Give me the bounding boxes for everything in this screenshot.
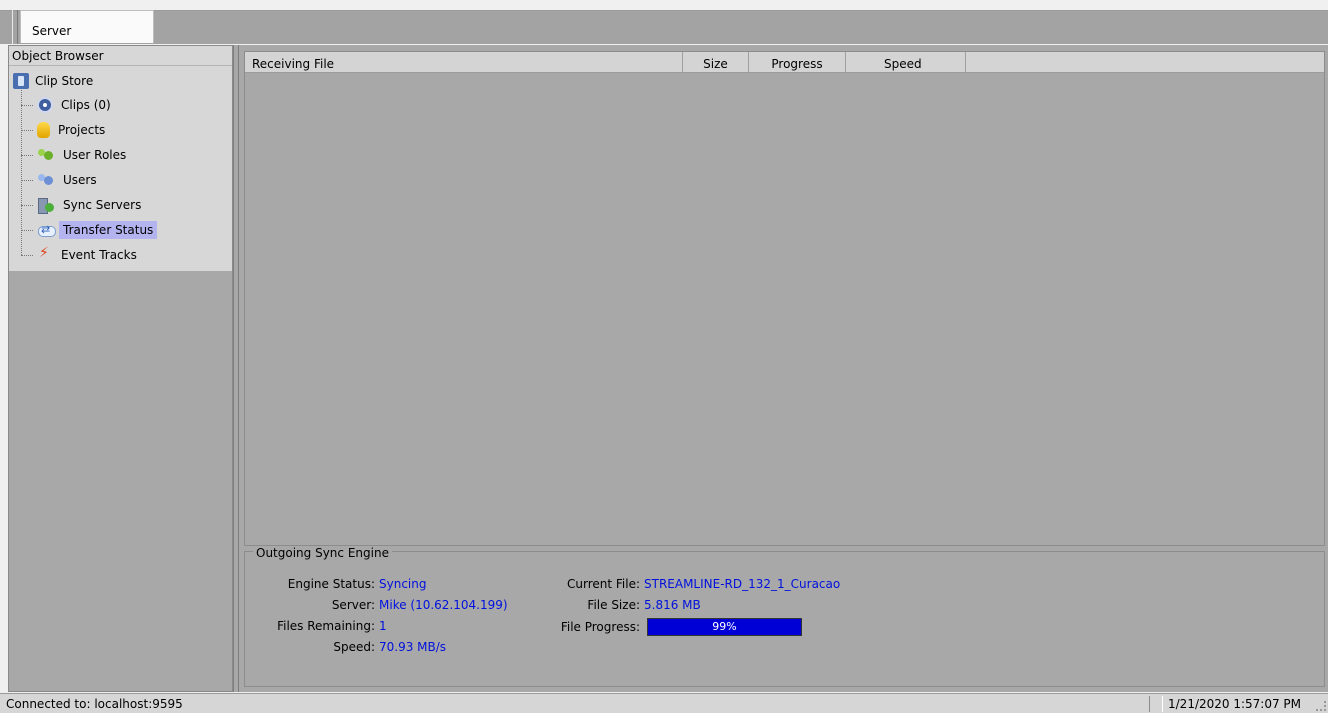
tree-item-label: Users [63, 173, 97, 187]
status-datetime: 1/21/2020 1:57:07 PM [1168, 697, 1302, 711]
transfer-status-icon [37, 222, 56, 238]
clip-store-icon [13, 73, 29, 89]
tree-root-clip-store[interactable]: Clip Store [13, 71, 93, 91]
tree-branch-line [21, 104, 33, 106]
outgoing-sync-engine-title: Outgoing Sync Engine [253, 546, 392, 560]
user-roles-icon [37, 147, 55, 163]
file-progress-label: File Progress: [560, 620, 640, 634]
tree-branch-line [21, 179, 33, 181]
tree-item-label: Transfer Status [59, 221, 158, 239]
file-progress-field: File Progress: 99% [535, 617, 802, 637]
tree-item-label: Clips (0) [61, 98, 111, 112]
table-header: Receiving File Size Progress Speed [245, 52, 1324, 73]
object-tree: Clip Store Clips (0) Projects User Roles… [9, 66, 232, 271]
tree-branch-line [21, 154, 33, 156]
files-remaining-field: Files Remaining: 1 [245, 618, 387, 634]
engine-status-label: Engine Status: [287, 577, 375, 591]
sync-servers-icon [37, 197, 55, 214]
tree-root-label: Clip Store [35, 74, 94, 88]
current-file-value: STREAMLINE-RD_132_1_Curacao [644, 577, 841, 591]
transfer-status-view: Receiving File Size Progress Speed Outgo… [239, 45, 1328, 692]
tree-item-label: User Roles [63, 148, 127, 162]
status-bar: Connected to: localhost:9595 1/21/2020 1… [0, 693, 1328, 713]
column-header-progress[interactable]: Progress [749, 52, 846, 72]
outgoing-sync-engine-group: Outgoing Sync Engine Engine Status: Sync… [244, 546, 1325, 687]
engine-status-field: Engine Status: Syncing [245, 576, 427, 592]
tree-item-label: Sync Servers [63, 198, 142, 212]
column-header-size[interactable]: Size [683, 52, 749, 72]
tree-item-label: Event Tracks [61, 248, 137, 262]
tree-item-user-roles[interactable]: User Roles [21, 144, 130, 166]
tab-strip-grip[interactable] [12, 10, 18, 44]
files-remaining-label: Files Remaining: [277, 619, 375, 633]
object-browser-title: Object Browser [9, 46, 232, 66]
tab-bar-background [0, 10, 1328, 44]
event-tracks-icon [37, 245, 53, 263]
current-file-field: Current File: STREAMLINE-RD_132_1_Curaca… [535, 576, 840, 592]
server-label: Server: [331, 598, 375, 612]
tree-branch-line [21, 204, 33, 206]
speed-label: Speed: [333, 640, 375, 654]
file-size-field: File Size: 5.816 MB [535, 597, 701, 613]
file-progress-bar: 99% [647, 618, 802, 636]
resize-grip-icon[interactable] [1316, 701, 1326, 711]
tree-item-label: Projects [58, 123, 106, 137]
tree-item-clips[interactable]: Clips (0) [21, 94, 115, 116]
tree-branch-line [21, 229, 33, 231]
connection-status: Connected to: localhost:9595 [6, 697, 183, 711]
clips-icon [37, 97, 53, 113]
column-header-receiving-file[interactable]: Receiving File [245, 52, 683, 72]
users-icon [37, 172, 55, 188]
file-size-label: File Size: [587, 598, 640, 612]
status-separator [1149, 696, 1163, 712]
tree-branch-line [21, 129, 33, 131]
tab-server[interactable]: Server [20, 10, 154, 43]
projects-icon [37, 122, 50, 138]
speed-field: Speed: 70.93 MB/s [245, 639, 446, 655]
engine-status-value: Syncing [379, 577, 427, 591]
files-remaining-value: 1 [379, 619, 387, 633]
tree-item-sync-servers[interactable]: Sync Servers [21, 194, 145, 216]
tree-branch-line [21, 254, 33, 256]
server-field: Server: Mike (10.62.104.199) [245, 597, 508, 613]
speed-value: 70.93 MB/s [379, 640, 447, 654]
tree-item-transfer-status[interactable]: Transfer Status [21, 219, 158, 241]
tree-item-users[interactable]: Users [21, 169, 101, 191]
tab-strip: Server [0, 0, 1328, 44]
server-value: Mike (10.62.104.199) [379, 598, 508, 612]
tree-item-projects[interactable]: Projects [21, 119, 109, 141]
tree-item-event-tracks[interactable]: Event Tracks [21, 244, 141, 266]
current-file-label: Current File: [566, 577, 640, 591]
receiving-files-table[interactable]: Receiving File Size Progress Speed [244, 51, 1325, 546]
column-header-speed[interactable]: Speed [846, 52, 966, 72]
object-browser-panel: Object Browser Clip Store Clips (0) Proj… [8, 45, 233, 692]
file-size-value: 5.816 MB [644, 598, 701, 612]
